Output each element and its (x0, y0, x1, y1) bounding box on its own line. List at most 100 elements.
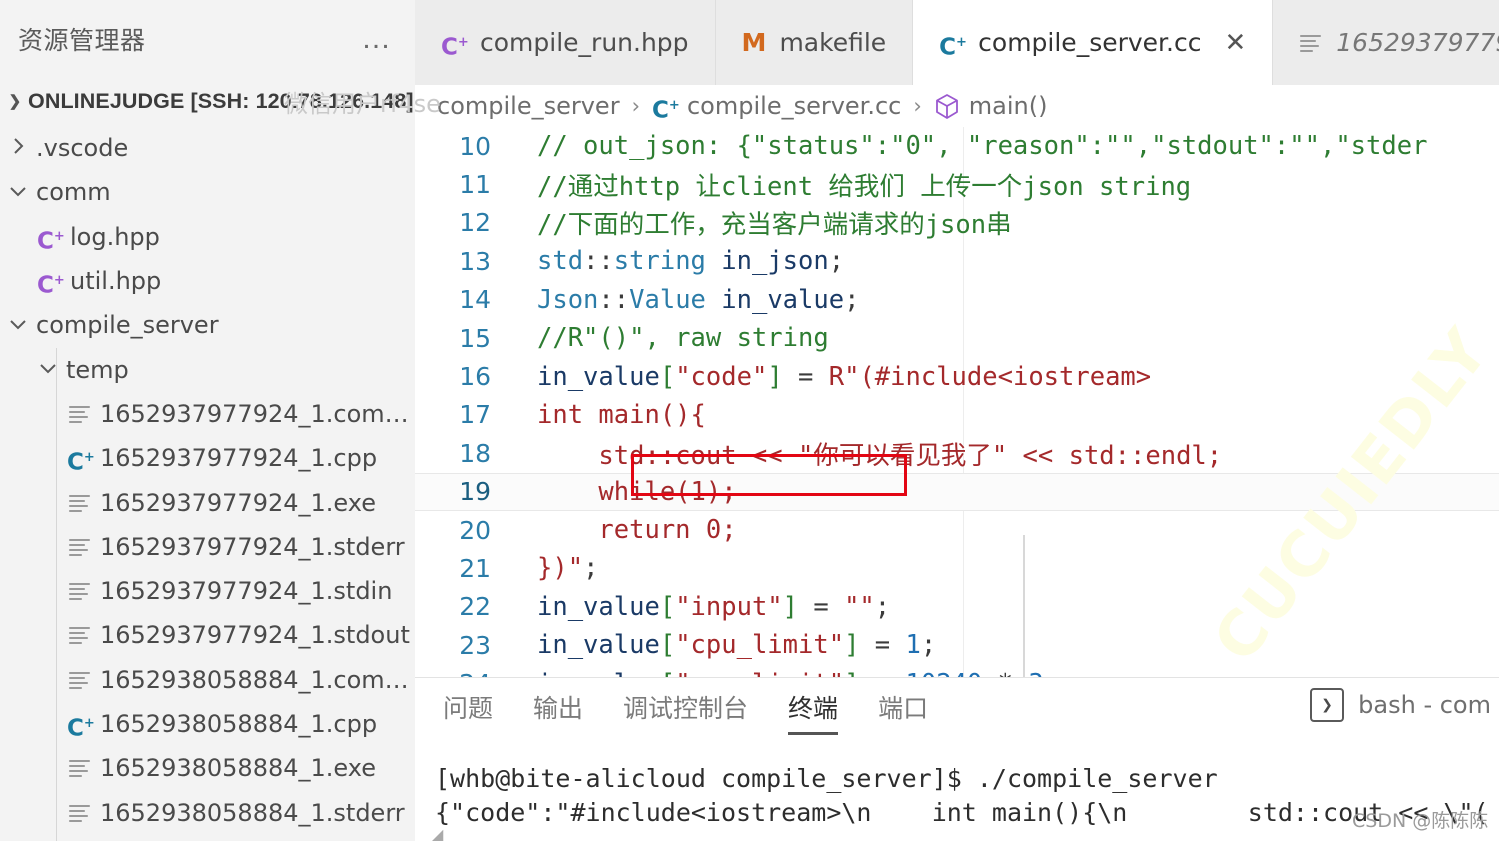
tree-item-1652937977924_1.stderr[interactable]: 1652937977924_1.stderr (0, 525, 415, 569)
panel-actions: ❯ bash - com (1310, 688, 1491, 722)
code-text: })"; (511, 553, 1499, 583)
code-text: in_value["code"] = R"(#include<iostream> (511, 362, 1499, 392)
tree-item-label: .vscode (36, 134, 129, 163)
code-line-15[interactable]: 15 //R"()", raw string (415, 319, 1499, 357)
code-text: int main(){ (511, 400, 1499, 430)
tree-item-1652938058884_1.cpp[interactable]: C+ 1652938058884_1.cpp (0, 702, 415, 746)
tree-item-1652938058884_1.compile_[interactable]: 1652938058884_1.compile_… (0, 658, 415, 702)
breadcrumb-label: main() (968, 92, 1048, 120)
code-token: ] (782, 591, 799, 622)
code-line-24[interactable]: 24in_value["mem_limit"] = 10240 * 3; (415, 664, 1499, 677)
code-text: std::cout << "你可以看见我了" << std::endl; (511, 435, 1499, 472)
tree-item-1652937977924_1.stdin[interactable]: 1652937977924_1.stdin (0, 569, 415, 613)
code-line-21[interactable]: 21 })"; (415, 549, 1499, 587)
more-actions-icon[interactable]: … (361, 24, 393, 54)
code-line-22[interactable]: 22 in_value["input"] = ""; (415, 588, 1499, 626)
editor-tab-makefile[interactable]: Mmakefile (715, 0, 914, 85)
code-line-17[interactable]: 17 int main(){ (415, 396, 1499, 434)
breadcrumb-item-compile_server.cc[interactable]: C+ compile_server.cc (652, 92, 901, 124)
code-token: ] (844, 630, 860, 661)
file-icon-wrap (60, 581, 100, 601)
code-text: std::string in_json; (511, 246, 1499, 276)
line-number: 11 (459, 170, 491, 200)
cpp-blue-icon: C+ (67, 715, 95, 742)
tree-item-label: 1652937977924_1.stderr (100, 532, 405, 561)
cpp-purple-icon: C+ (37, 228, 65, 255)
chevron-down-icon[interactable] (0, 183, 36, 202)
code-token: int main(){ (537, 399, 706, 430)
code-line-14[interactable]: 14 Json::Value in_value; (415, 281, 1499, 319)
panel-tab-2[interactable]: 调试控制台 (623, 689, 748, 730)
code-line-20[interactable]: 20 return 0; (415, 511, 1499, 549)
panel-tab-3[interactable]: 终端 (788, 689, 839, 735)
code-token: //通过http 让client 给我们 上传一个json string (537, 172, 1192, 203)
close-icon[interactable]: ✕ (1224, 28, 1246, 58)
terminal-chevron-icon[interactable]: ❯ (1310, 688, 1345, 722)
code-editor[interactable]: 10 // out_json: {"status":"0", "reason":"… (415, 127, 1499, 677)
breadcrumb-separator: › (913, 94, 922, 118)
code-line-19[interactable]: 19 while(1); (415, 472, 1499, 511)
code-token: * (982, 669, 1028, 677)
code-line-18[interactable]: 18 std::cout << "你可以看见我了" << std::endl; (415, 434, 1499, 472)
line-number: 24 (415, 669, 511, 677)
panel-tab-0[interactable]: 问题 (443, 689, 493, 730)
terminal-output[interactable]: [whb@bite-alicloud compile_server]$ ./co… (415, 740, 1499, 830)
tree-item-label: 1652938058884_1.cpp (100, 710, 378, 738)
tree-item-temp[interactable]: temp (0, 347, 415, 391)
code-token: std::cout << "你可以看见我了" << std::endl; (537, 440, 1223, 471)
tree-item-.vscode[interactable]: .vscode (0, 126, 415, 170)
terminal-line: [whb@bite-alicloud compile_server]$ ./co… (435, 764, 1218, 793)
tree-item-util.hpp[interactable]: C+ util.hpp (0, 259, 415, 303)
editor-tab-compile_server.cc[interactable]: C+ compile_server.cc ✕ (913, 0, 1274, 85)
code-line-12[interactable]: 12 //下面的工作，充当客户端请求的json串 (415, 204, 1499, 242)
tree-item-comm[interactable]: comm (0, 170, 415, 214)
line-number: 21 (459, 553, 491, 583)
code-text: //R"()", raw string (511, 323, 1499, 353)
tree-item-log.hpp[interactable]: C+ log.hpp (0, 215, 415, 259)
code-token: ; (1044, 669, 1059, 677)
chevron-down-icon[interactable] (30, 360, 66, 379)
chevron-right-icon[interactable] (0, 136, 36, 160)
code-text: in_value["cpu_limit"] = 1; (511, 630, 1499, 660)
tree-item-1652937977924_1.exe[interactable]: 1652937977924_1.exe (0, 480, 415, 524)
code-line-13[interactable]: 13 std::string in_json; (415, 242, 1499, 280)
code-line-16[interactable]: 16 in_value["code"] = R"(#include<iostrea… (415, 357, 1499, 395)
line-number: 10 (459, 131, 491, 161)
breadcrumb-item-main[interactable]: main() (934, 92, 1048, 120)
terminal-selector-label[interactable]: bash - com (1358, 691, 1491, 719)
code-line-23[interactable]: 23 in_value["cpu_limit"] = 1; (415, 626, 1499, 664)
tree-item-compile_server[interactable]: compile_server (0, 303, 415, 347)
tab-label: makefile (779, 28, 887, 57)
tree-item-1652937977924_1.compile_[interactable]: 1652937977924_1.compile_… (0, 392, 415, 436)
code-text: //下面的工作，充当客户端请求的json串 (511, 204, 1499, 241)
file-icon-wrap: C+ (60, 711, 100, 742)
editor-tab-16529379779[interactable]: 16529379779 (1273, 0, 1499, 85)
code-line-10[interactable]: 10 // out_json: {"status":"0", "reason":"… (415, 127, 1499, 165)
breadcrumb-item-compile_server[interactable]: compile_server (437, 92, 620, 120)
code-line-11[interactable]: 11 //通过http 让client 给我们 上传一个json string (415, 165, 1499, 203)
code-text: return 0; (511, 515, 1499, 545)
code-token: "cpu_limit" (675, 630, 845, 661)
tree-item-1652938058884_1.exe[interactable]: 1652938058884_1.exe (0, 746, 415, 790)
tree-item-1652937977924_1.stdout[interactable]: 1652937977924_1.stdout (0, 613, 415, 657)
chevron-down-icon[interactable] (0, 316, 36, 335)
panel-tab-4[interactable]: 端口 (878, 689, 928, 730)
code-text: // out_json: {"status":"0", "reason":"",… (511, 131, 1499, 161)
panel-tab-1[interactable]: 输出 (533, 689, 583, 730)
tree-item-1652937977924_1.cpp[interactable]: C+ 1652937977924_1.cpp (0, 436, 415, 480)
workspace-root-row[interactable]: ❯ ONLINEJUDGE [SSH: 120.78.126.148] (0, 78, 415, 124)
explorer-sidebar: 资源管理器 … ❯ ONLINEJUDGE [SSH: 120.78.126.1… (0, 0, 416, 841)
line-number: 15 (459, 323, 491, 353)
code-text: while(1); (511, 477, 1499, 507)
editor-tab-compile_run.hpp[interactable]: C+ compile_run.hpp (415, 0, 716, 85)
code-token: = (782, 361, 829, 392)
tree-item-1652938058884_1.stderr[interactable]: 1652938058884_1.stderr (0, 790, 415, 834)
text-file-icon (68, 537, 92, 557)
text-file-icon (68, 625, 92, 645)
breadcrumb: compile_server › C+ compile_server.cc › main(… (415, 85, 1499, 127)
tab-label: compile_run.hpp (480, 28, 689, 57)
file-icon-wrap (60, 537, 100, 557)
code-token: in_value (537, 361, 660, 392)
code-token: //R"()", raw string (537, 323, 829, 354)
